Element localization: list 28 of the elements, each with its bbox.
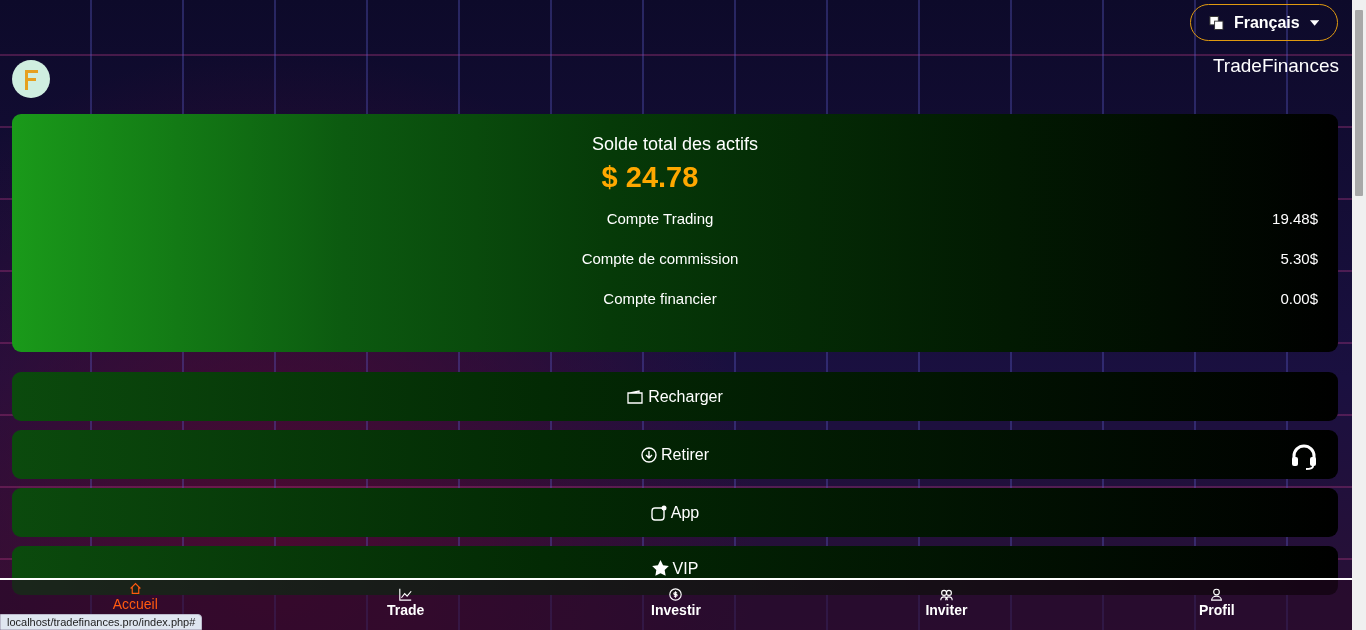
wallet-icon <box>627 389 645 404</box>
action-button[interactable]: Retirer <box>12 430 1338 479</box>
home-icon <box>128 582 142 595</box>
headset-icon[interactable] <box>1290 444 1318 470</box>
account-value: 19.48$ <box>1272 209 1318 227</box>
action-button[interactable]: Recharger <box>12 372 1338 421</box>
scrollbar[interactable] <box>1352 0 1366 630</box>
star-icon <box>651 560 669 576</box>
translate-icon <box>1209 14 1224 31</box>
account-value: 0.00$ <box>1280 289 1318 307</box>
caret-icon <box>1309 19 1319 26</box>
account-label: Compte Trading <box>606 209 714 227</box>
status-url: localhost/tradefinances.pro/index.php# <box>0 614 203 630</box>
balance-title: Solde total des actifs <box>591 134 759 155</box>
account-value: 5.30$ <box>1280 249 1318 267</box>
chart-icon <box>399 588 413 601</box>
coin-icon <box>669 588 683 601</box>
action-button[interactable]: App <box>12 488 1338 537</box>
account-label: Compte de commission <box>581 249 739 267</box>
download-icon <box>641 446 657 463</box>
balance-amount: $ 24.78 <box>601 161 699 194</box>
logo-icon <box>12 60 50 98</box>
action-button[interactable]: VIP <box>12 546 1338 595</box>
app-icon <box>650 504 667 521</box>
person-icon <box>1210 588 1224 601</box>
brand-name: TradeFinances <box>1212 55 1339 77</box>
people-icon <box>939 588 953 601</box>
account-label: Compte financier <box>603 289 717 307</box>
